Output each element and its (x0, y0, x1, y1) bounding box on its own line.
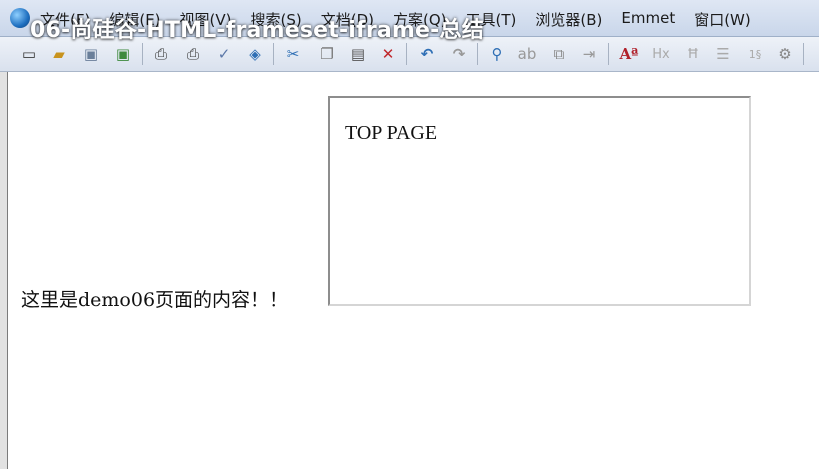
menu-emmet[interactable]: Emmet (621, 9, 675, 30)
print-icon[interactable]: ⎙ (182, 43, 204, 65)
new-file-icon[interactable]: ▭ (18, 43, 40, 65)
settings-icon[interactable]: ⚙ (774, 43, 796, 65)
find-in-files-icon[interactable]: ⧉ (548, 43, 570, 65)
find-icon[interactable]: ⚲ (486, 43, 508, 65)
toolbar-separator (142, 43, 143, 65)
save-icon[interactable]: ▣ (80, 43, 102, 65)
list-icon[interactable]: ☰ (712, 43, 734, 65)
copy-icon[interactable]: ❐ (316, 43, 338, 65)
delete-icon[interactable]: ✕ (377, 43, 399, 65)
font-size-icon[interactable]: Aª (618, 43, 640, 65)
toolbar-separator (273, 43, 274, 65)
replace-icon[interactable]: ab (516, 43, 538, 65)
save-all-icon[interactable]: ▣ (112, 43, 134, 65)
video-title-overlay: 06-尚硅谷-HTML-frameset-iframe-总结 (30, 18, 484, 43)
cut-icon[interactable]: ✂ (282, 43, 304, 65)
strikethrough-icon[interactable]: Ħ (682, 43, 704, 65)
app-globe-icon (10, 8, 30, 28)
open-folder-icon[interactable]: ▰ (48, 43, 70, 65)
iframe-top-page-text: TOP PAGE (345, 122, 438, 144)
undo-icon[interactable]: ↶ (416, 43, 438, 65)
redo-icon[interactable]: ↷ (448, 43, 470, 65)
menu-window[interactable]: 窗口(W) (694, 9, 751, 30)
iframe-frame: TOP PAGE (328, 96, 751, 306)
page-content-text: 这里是demo06页面的内容！！ (21, 289, 289, 311)
number-icon[interactable]: 1§ (744, 43, 766, 65)
toolbar-separator (803, 43, 804, 65)
toolbar-separator (608, 43, 609, 65)
heading-icon[interactable]: Hx (650, 43, 672, 65)
left-rail (0, 72, 8, 469)
toolbar-separator (477, 43, 478, 65)
menu-browser[interactable]: 浏览器(B) (535, 9, 602, 30)
spellcheck-icon[interactable]: ✓ (213, 43, 235, 65)
goto-line-icon[interactable]: ⇥ (578, 43, 600, 65)
browser-preview-icon[interactable]: ◈ (244, 43, 266, 65)
paste-icon[interactable]: ▤ (347, 43, 369, 65)
toolbar-separator (406, 43, 407, 65)
print-preview-icon[interactable]: ⎙ (150, 43, 172, 65)
